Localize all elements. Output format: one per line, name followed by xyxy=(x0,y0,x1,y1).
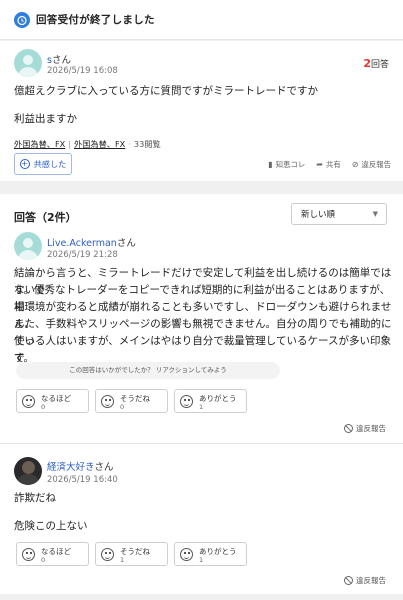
answer-count: 2回答 xyxy=(363,57,389,70)
ban-icon: ⊘ xyxy=(351,160,359,169)
reaction-prompt: この回答はいかがでしたか？ リアクションしてみよう xyxy=(16,362,280,379)
smiley-icon xyxy=(101,395,114,408)
answer-count-number: 2 xyxy=(363,57,371,70)
question-datetime: 2026/5/19 16:08 xyxy=(47,66,118,76)
empathy-button[interactable]: + 共感した xyxy=(14,153,72,175)
answers-header: 回答（2件） xyxy=(14,211,77,224)
sort-select[interactable]: 新しい順 ▼ xyxy=(291,203,387,225)
reaction-arigatou-button[interactable]: ありがとう 1 xyxy=(174,389,247,413)
reaction-label: なるほど xyxy=(41,547,71,556)
reaction-label: ありがとう xyxy=(199,547,237,556)
report-button[interactable]: 違反報告 xyxy=(344,423,386,434)
answer-username[interactable]: Live.Ackermanさん xyxy=(47,235,136,249)
closed-banner: 回答受付が終了しました xyxy=(0,0,403,40)
honorific: さん xyxy=(51,55,71,66)
answer-datetime: 2026/5/19 16:40 xyxy=(47,475,118,485)
answer-count-unit: 回答 xyxy=(370,60,389,70)
category-tags: 外国為替、FX | 外国為替、FX · 33閲覧 xyxy=(14,139,161,149)
reaction-count: 0 xyxy=(41,556,46,564)
question-actions: ▮ 知恵コレ ➦ 共有 ⊘ 違反報告 xyxy=(257,159,391,170)
alarm-clock-icon xyxy=(14,11,30,28)
share-button[interactable]: ➦ 共有 xyxy=(316,159,341,170)
plus-circle-icon: + xyxy=(19,159,30,169)
sort-selected: 新しい順 xyxy=(301,210,336,220)
smiley-icon xyxy=(22,395,35,408)
page: 回答受付が終了しました sさん 2026/5/19 16:08 2回答 億超えク… xyxy=(0,0,403,600)
chiebukuro-label: 知恵コレ xyxy=(275,160,306,169)
category-tag[interactable]: 外国為替、FX xyxy=(74,139,125,149)
smiley-icon xyxy=(22,548,35,561)
avatar[interactable] xyxy=(14,457,42,485)
report-label: 違反報告 xyxy=(356,424,386,433)
reaction-naruhodo-button[interactable]: なるほど 0 xyxy=(16,389,89,413)
smiley-icon xyxy=(180,395,193,408)
question-card: sさん 2026/5/19 16:08 2回答 億超えクラブに入っている方に質問… xyxy=(0,41,403,181)
report-label: 違反報告 xyxy=(361,160,391,169)
honorific: さん xyxy=(116,238,136,249)
honorific: さん xyxy=(94,462,114,473)
report-label: 違反報告 xyxy=(356,576,386,585)
chevron-down-icon: ▼ xyxy=(372,210,378,218)
ban-icon xyxy=(344,424,353,433)
question-text-line1: 億超えクラブに入っている方に質問ですがミラートレードですか xyxy=(14,85,318,97)
answer-datetime: 2026/5/19 21:28 xyxy=(47,250,118,260)
reaction-count: 1 xyxy=(199,403,204,411)
reaction-arigatou-button[interactable]: ありがとう 1 xyxy=(174,542,247,566)
share-label: 共有 xyxy=(325,160,341,169)
ban-icon xyxy=(344,576,353,585)
share-arrow-icon: ➦ xyxy=(316,160,323,169)
answer-username[interactable]: 経済大好きさん xyxy=(47,459,114,473)
reaction-count: 0 xyxy=(41,403,46,411)
reaction-label: ありがとう xyxy=(199,394,237,403)
avatar[interactable] xyxy=(14,49,42,77)
answer-user-name[interactable]: 経済大好き xyxy=(47,462,95,473)
reaction-count: 1 xyxy=(120,556,125,564)
smiley-icon xyxy=(101,548,114,561)
avatar[interactable] xyxy=(14,232,42,260)
reaction-count: 0 xyxy=(120,403,125,411)
answers-section: 回答（2件） 新しい順 ▼ Live.Ackermanさん 2026/5/19 … xyxy=(0,194,403,594)
question-username[interactable]: sさん xyxy=(47,52,71,66)
reaction-label: そうだね xyxy=(120,394,150,403)
answer-divider xyxy=(0,443,403,444)
category-tag[interactable]: 外国為替、FX xyxy=(14,139,65,149)
reaction-soudane-button[interactable]: そうだね 0 xyxy=(95,389,168,413)
report-button[interactable]: 違反報告 xyxy=(344,575,386,586)
banner-text: 回答受付が終了しました xyxy=(36,14,155,26)
reaction-naruhodo-button[interactable]: なるほど 0 xyxy=(16,542,89,566)
answer-text-line: 危険この上ない xyxy=(14,520,88,532)
chiebukuro-collection-button[interactable]: ▮ 知恵コレ xyxy=(268,159,305,170)
smiley-icon xyxy=(180,548,193,561)
reaction-soudane-button[interactable]: そうだね 1 xyxy=(95,542,168,566)
question-text-line2: 利益出ますか xyxy=(14,113,77,125)
reaction-label: なるほど xyxy=(41,394,71,403)
answer-text-line: 詐欺だね xyxy=(14,492,56,504)
reaction-label: そうだね xyxy=(120,547,150,556)
view-count: 33閲覧 xyxy=(133,139,161,149)
reaction-count: 1 xyxy=(199,556,204,564)
report-button[interactable]: ⊘ 違反報告 xyxy=(352,159,391,170)
answer-user-name[interactable]: Live.Ackerman xyxy=(47,238,117,249)
empathy-label: 共感した xyxy=(33,159,67,169)
bookmark-icon: ▮ xyxy=(268,160,273,169)
